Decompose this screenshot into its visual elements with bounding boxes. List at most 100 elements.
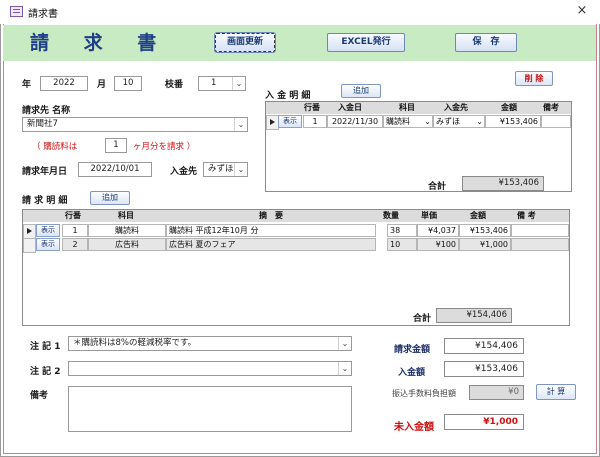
details-total-value: ¥154,406	[436, 308, 512, 323]
detail-no-cell[interactable]: 2	[62, 238, 88, 251]
note1-label: 注 記 1	[30, 342, 61, 352]
table-row[interactable]: 表示 1 購読料 購読料 平成12年10月 分 38 ¥4,037 ¥153,4…	[23, 224, 569, 239]
details-header-row: 行番 科目 摘 要 数量 単価 金額 備 考	[23, 210, 569, 222]
refresh-button[interactable]: 画面更新	[214, 32, 276, 53]
payment-date-cell[interactable]: 2022/11/30	[327, 115, 383, 128]
window-title: 請求書	[28, 9, 58, 20]
branch-label: 枝番	[165, 80, 184, 90]
payment-payee-value: みずほ	[436, 117, 460, 126]
details-col-amount: 金額	[470, 211, 486, 220]
triangle-right-icon	[270, 119, 275, 125]
payment-subject-cell[interactable]: 購読料 ⌄	[383, 115, 433, 128]
chevron-down-icon[interactable]: ⌄	[234, 163, 247, 176]
details-add-button[interactable]: 追加	[90, 191, 130, 205]
detail-desc-cell[interactable]: 購読料 平成12年10月 分	[166, 224, 376, 237]
payments-col-amount: 金額	[501, 103, 517, 112]
row-selector[interactable]	[23, 224, 36, 239]
unpaid-amount-label: 未入金額	[394, 422, 434, 433]
detail-note-cell[interactable]	[511, 238, 569, 251]
row-show-button[interactable]: 表示	[36, 238, 60, 251]
detail-amount-cell[interactable]: ¥1,000	[459, 238, 511, 251]
received-amount-label: 入金額	[398, 368, 426, 378]
year-label: 年	[22, 80, 32, 90]
branch-select-value: 1	[211, 78, 217, 88]
chevron-down-icon[interactable]: ⌄	[234, 118, 247, 131]
details-col-qty: 数量	[383, 211, 399, 220]
delete-button[interactable]: 削 除	[515, 71, 553, 86]
row-show-button[interactable]: 表示	[36, 224, 60, 237]
detail-desc-cell[interactable]: 広告料 夏のフェア	[166, 238, 376, 251]
calculate-button[interactable]: 計 算	[536, 384, 576, 400]
payments-col-subject: 科目	[399, 103, 415, 112]
save-button[interactable]: 保 存	[455, 33, 517, 52]
remarks-textarea[interactable]	[68, 386, 352, 432]
detail-price-cell[interactable]: ¥4,037	[417, 224, 459, 237]
details-grid: 行番 科目 摘 要 数量 単価 金額 備 考 表示 1 購読料 購読料 平成12…	[22, 209, 570, 326]
payments-total-value: ¥153,406	[462, 176, 544, 191]
billing-date-input[interactable]: 2022/10/01	[78, 162, 152, 177]
remarks-label: 備考	[30, 391, 49, 401]
payment-payee-cell[interactable]: みずほ ⌄	[433, 115, 485, 128]
month-input[interactable]: 10	[114, 76, 142, 91]
payee-select-value: みずほ	[208, 164, 234, 174]
payment-subject-value: 購読料	[386, 117, 410, 126]
unpaid-amount-value: ¥1,000	[444, 414, 524, 430]
note2-label: 注 記 2	[30, 367, 61, 377]
chevron-down-icon[interactable]: ⌄	[338, 362, 351, 375]
payments-total-label: 合計	[428, 182, 447, 192]
triangle-right-icon	[27, 228, 32, 234]
month-label: 月	[97, 80, 107, 90]
close-icon[interactable]: ×	[574, 3, 590, 19]
payments-grid: 行番 入金日 科目 入金先 金額 備考 表示 1 2022/11/30 購読料 …	[265, 101, 572, 192]
detail-amount-cell[interactable]: ¥153,406	[459, 224, 511, 237]
detail-qty-cell[interactable]: 38	[387, 224, 417, 237]
note2-select[interactable]: ⌄	[68, 361, 352, 376]
chevron-down-icon[interactable]: ⌄	[232, 77, 245, 90]
details-col-subject: 科目	[118, 211, 134, 220]
chevron-down-icon[interactable]: ⌄	[424, 116, 431, 127]
payments-title: 入 金 明 細	[265, 91, 311, 101]
customer-label: 請求先 名称	[22, 106, 71, 116]
details-col-price: 単価	[421, 211, 437, 220]
customer-select[interactable]: 新聞社7 ⌄	[22, 117, 248, 132]
subscription-note-prefix: （ 購読料は	[32, 142, 78, 152]
details-total-label: 合計	[413, 314, 432, 324]
detail-note-cell[interactable]	[511, 224, 569, 237]
page-title: 請 求 書	[30, 32, 171, 54]
subscription-note-suffix: ヶ月分を請求 ）	[133, 142, 196, 152]
detail-qty-cell[interactable]: 10	[387, 238, 417, 251]
title-bar: 請求書 ×	[0, 0, 600, 24]
payment-no-cell[interactable]: 1	[303, 115, 327, 128]
payee-label: 入金先	[170, 167, 198, 177]
chevron-down-icon[interactable]: ⌄	[338, 337, 351, 350]
note1-select-value: ＊購読料は8%の軽減税率です。	[73, 338, 197, 348]
table-row[interactable]: 表示 2 広告料 広告料 夏のフェア 10 ¥100 ¥1,000	[23, 238, 569, 253]
payments-add-button[interactable]: 追加	[341, 84, 381, 98]
row-show-button[interactable]: 表示	[278, 115, 302, 128]
payment-note-cell[interactable]	[541, 115, 571, 128]
payments-col-date: 入金日	[338, 103, 362, 112]
detail-no-cell[interactable]: 1	[62, 224, 88, 237]
payee-select[interactable]: みずほ ⌄	[203, 162, 248, 177]
row-selector[interactable]	[23, 238, 36, 253]
detail-subject-cell[interactable]: 広告料	[88, 238, 166, 251]
excel-export-button[interactable]: EXCEL発行	[327, 33, 405, 52]
payment-amount-cell[interactable]: ¥153,406	[485, 115, 541, 128]
billing-amount-label: 請求金額	[394, 345, 431, 355]
details-title: 請 求 明 細	[22, 196, 68, 206]
detail-price-cell[interactable]: ¥100	[417, 238, 459, 251]
payments-col-note: 備考	[543, 103, 559, 112]
table-row[interactable]: 表示 1 2022/11/30 購読料 ⌄ みずほ ⌄ ¥153,406	[266, 115, 571, 130]
received-amount-value: ¥153,406	[444, 361, 524, 377]
note1-select[interactable]: ＊購読料は8%の軽減税率です。 ⌄	[68, 336, 352, 351]
year-input[interactable]: 2022	[40, 76, 88, 91]
payments-header-row: 行番 入金日 科目 入金先 金額 備考	[266, 102, 571, 114]
chevron-down-icon[interactable]: ⌄	[476, 116, 483, 127]
branch-select[interactable]: 1 ⌄	[198, 76, 246, 91]
billing-date-label: 請求年月日	[22, 167, 68, 177]
detail-subject-cell[interactable]: 購読料	[88, 224, 166, 237]
transfer-fee-value[interactable]: ¥0	[469, 385, 524, 400]
details-col-note: 備 考	[517, 211, 536, 220]
subscription-months-input[interactable]: 1	[105, 138, 127, 153]
payments-col-no: 行番	[304, 103, 320, 112]
